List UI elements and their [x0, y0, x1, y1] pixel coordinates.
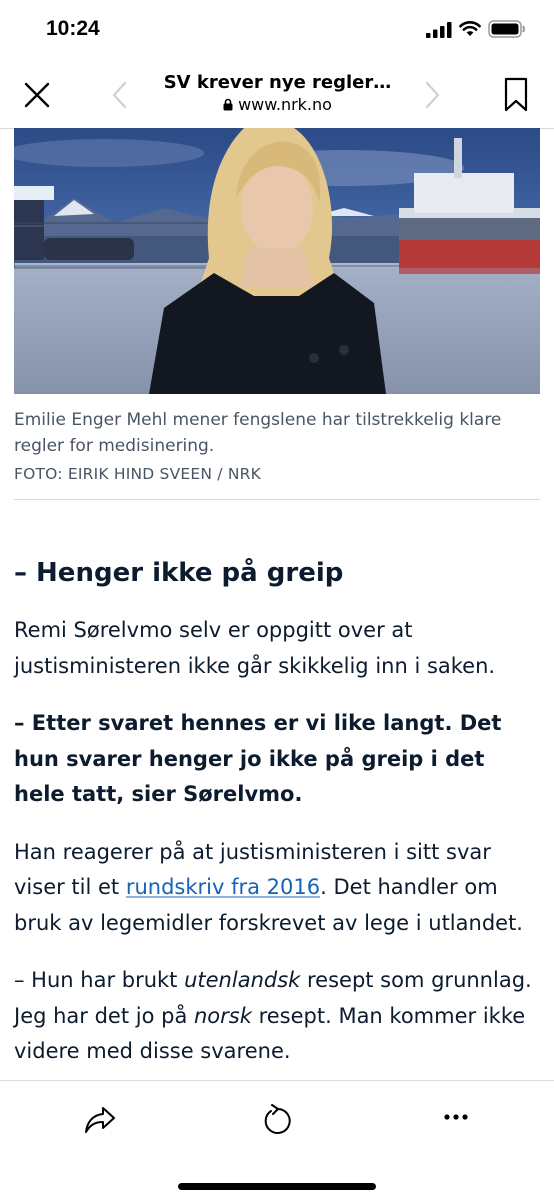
more-icon[interactable] — [444, 1113, 468, 1121]
article-body: – Henger ikke på greip Remi Sørelvmo sel… — [14, 555, 540, 1092]
home-indicator[interactable] — [178, 1183, 376, 1190]
battery-icon — [488, 20, 525, 38]
quote-paragraph: – Etter svaret hennes er vi like langt. … — [14, 711, 502, 806]
photo-image — [14, 128, 540, 394]
cellular-signal-icon — [426, 22, 452, 38]
photo-credit: FOTO: EIRIK HIND SVEEN / NRK — [14, 465, 261, 483]
page-url: www.nrk.no — [140, 95, 415, 114]
page-title: SV krever nye regler… — [163, 72, 392, 93]
paragraph-4-text-a: – Hun har brukt — [14, 968, 185, 992]
wifi-icon — [459, 21, 481, 36]
reload-icon[interactable] — [262, 1104, 292, 1136]
paragraph-4-emphasis-2: norsk — [194, 1003, 252, 1028]
article-photo — [14, 128, 540, 394]
status-time: 10:24 — [46, 17, 100, 40]
close-icon[interactable] — [22, 80, 52, 110]
lock-icon — [223, 98, 233, 111]
paragraph-4-emphasis-1: utenlandsk — [184, 968, 301, 992]
paragraph-3: Han reagerer på at justisministeren i si… — [14, 835, 540, 942]
paragraph-4: – Hun har brukt utenlandsk resept som gr… — [14, 963, 540, 1070]
photo-caption: Emilie Enger Mehl mener fengslene har ti… — [14, 410, 502, 456]
chevron-left-icon[interactable] — [110, 80, 130, 110]
rundskriv-link[interactable]: rundskriv fra 2016 — [126, 875, 320, 899]
divider — [14, 499, 540, 500]
section-heading: – Henger ikke på greip — [14, 558, 344, 588]
paragraph-1: Remi Sørelvmo selv er oppgitt over at ju… — [14, 618, 496, 678]
browser-nav-bar: SV krever nye regler… www.nrk.no — [0, 60, 554, 129]
status-bar: 10:24 — [0, 0, 554, 60]
chevron-right-icon[interactable] — [422, 80, 442, 110]
bookmark-icon[interactable] — [503, 77, 529, 113]
url-text: www.nrk.no — [238, 95, 332, 114]
share-icon[interactable] — [84, 1105, 116, 1135]
